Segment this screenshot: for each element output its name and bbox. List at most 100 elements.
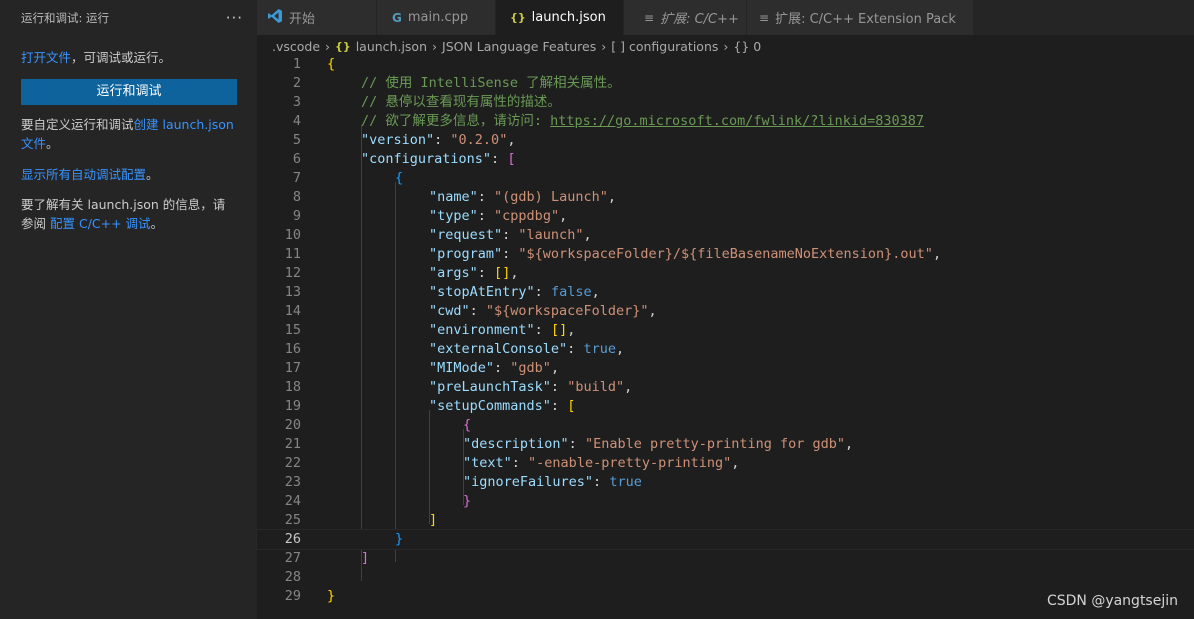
c-file-icon: G	[392, 10, 402, 25]
code-line[interactable]: 18 "preLaunchTask": "build",	[257, 378, 1194, 397]
code-text: "configurations": [	[361, 151, 516, 167]
code-text: // 悬停以查看现有属性的描述。	[361, 94, 561, 110]
code-line[interactable]: 25]	[257, 511, 1194, 530]
vscode-icon	[267, 8, 283, 27]
line-number: 8	[292, 189, 301, 205]
code-line[interactable]: 13 "stopAtEntry": false,	[257, 283, 1194, 302]
code-text: "program": "${workspaceFolder}/${fileBas…	[429, 246, 942, 262]
breadcrumb: .vscode › {} launch.json › JSON Language…	[257, 35, 1194, 57]
code-line[interactable]: 5 "version": "0.2.0",	[257, 131, 1194, 150]
code-text: "args": [],	[429, 265, 519, 281]
code-text: "externalConsole": true,	[429, 341, 625, 357]
code-line[interactable]: 11 "program": "${workspaceFolder}/${fileB…	[257, 245, 1194, 264]
breadcrumb-item[interactable]: JSON Language Features	[442, 39, 596, 54]
code-line[interactable]: 22 "text": "-enable-pretty-printing",	[257, 454, 1194, 473]
breadcrumb-item[interactable]: .vscode	[272, 39, 320, 54]
sidebar-header: 运行和调试: 运行 ···	[0, 0, 257, 35]
code-text: "preLaunchTask": "build",	[429, 379, 633, 395]
watermark: CSDN @yangtsejin	[1046, 593, 1178, 609]
code-line[interactable]: 21 "description": "Enable pretty-printing…	[257, 435, 1194, 454]
config-cpp-debug-link[interactable]: 配置 C/C++ 调试	[50, 216, 151, 231]
code-line[interactable]: 24}	[257, 492, 1194, 511]
tab-launch-json[interactable]: {} launch.json	[496, 0, 624, 35]
code-line[interactable]: 10 "request": "launch",	[257, 226, 1194, 245]
editor-tab-bar: 开始 G main.cpp {} launch.json ≡ 扩展: C/C++…	[257, 0, 1194, 35]
line-number: 1	[292, 56, 301, 72]
json-icon: {}	[510, 11, 526, 24]
code-line[interactable]: 15 "environment": [],	[257, 321, 1194, 340]
code-line[interactable]: 20 {	[257, 416, 1194, 435]
code-line[interactable]: 4 // 欲了解更多信息，请访问: https://go.microsoft.co…	[257, 112, 1194, 131]
code-line[interactable]: 27]	[257, 549, 1194, 568]
more-actions-icon[interactable]: ···	[226, 9, 243, 27]
file-link[interactable]: 文件	[21, 136, 46, 151]
line-number: 17	[284, 360, 301, 376]
tab-label: launch.json	[531, 10, 606, 25]
line-number: 24	[284, 493, 301, 509]
code-line[interactable]: 7{	[257, 169, 1194, 188]
code-text: "name": "(gdb) Launch",	[429, 189, 616, 205]
object-icon: {}	[733, 38, 750, 54]
tab-extension-cpp[interactable]: ≡ 扩展: C/C++	[624, 0, 747, 35]
sidebar-body: 打开文件，可调试或运行。 运行和调试 要自定义运行和调试创建 launch.js…	[0, 48, 257, 233]
code-line[interactable]: 23 "ignoreFailures": true	[257, 473, 1194, 492]
breadcrumb-item[interactable]: 0	[753, 39, 761, 54]
run-and-debug-button[interactable]: 运行和调试	[21, 79, 237, 105]
code-text: "environment": [],	[429, 322, 576, 338]
code-text: "MIMode": "gdb",	[429, 360, 560, 376]
show-all-paragraph: 显示所有自动调试配置。	[21, 165, 237, 184]
link-url: https://go.microsoft.com/fwlink/?linkid=…	[550, 113, 925, 129]
code-text: }	[395, 531, 404, 547]
run-debug-sidebar: 运行和调试: 运行 ··· 打开文件，可调试或运行。 运行和调试 要自定义运行和…	[0, 0, 257, 619]
open-file-paragraph: 打开文件，可调试或运行。	[21, 48, 237, 67]
line-number: 15	[284, 322, 301, 338]
code-line[interactable]: 8 "name": "(gdb) Launch",	[257, 188, 1194, 207]
open-file-link[interactable]: 打开文件	[21, 50, 71, 65]
breadcrumb-item[interactable]: configurations	[629, 39, 718, 54]
code-line[interactable]: 16 "externalConsole": true,	[257, 340, 1194, 359]
line-number: 13	[284, 284, 301, 300]
code-line[interactable]: 17 "MIMode": "gdb",	[257, 359, 1194, 378]
line-number: 9	[292, 208, 301, 224]
tab-main-cpp[interactable]: G main.cpp	[377, 0, 496, 35]
extension-icon: ≡	[759, 10, 770, 25]
code-line[interactable]: 14 "cwd": "${workspaceFolder}",	[257, 302, 1194, 321]
line-number: 7	[292, 170, 301, 186]
tab-welcome[interactable]: 开始	[257, 0, 377, 35]
code-line[interactable]: 1{	[257, 55, 1194, 74]
line-number: 16	[284, 341, 301, 357]
code-line[interactable]: 26}	[256, 529, 1194, 550]
tab-extension-pack[interactable]: ≡ 扩展: C/C++ Extension Pack	[747, 0, 974, 35]
code-text: "setupCommands": [	[429, 398, 576, 414]
code-text: ]	[361, 550, 370, 566]
code-text: ]	[429, 512, 438, 528]
code-line[interactable]: 2 // 使用 IntelliSense 了解相关属性。	[257, 74, 1194, 93]
code-line[interactable]: 12 "args": [],	[257, 264, 1194, 283]
code-line[interactable]: 3 // 悬停以查看现有属性的描述。	[257, 93, 1194, 112]
create-launch-json-link[interactable]: 创建 launch.json	[134, 117, 234, 132]
customize-paragraph: 要自定义运行和调试创建 launch.json 文件。	[21, 115, 237, 153]
code-text: {	[327, 56, 336, 72]
code-text: {	[463, 417, 472, 433]
line-number: 10	[284, 227, 301, 243]
code-text: // 使用 IntelliSense 了解相关属性。	[361, 75, 621, 91]
code-text: }	[463, 493, 472, 509]
show-all-configs-link[interactable]: 显示所有自动调试配置	[21, 167, 146, 182]
code-editor[interactable]: 1{2// 使用 IntelliSense 了解相关属性。 3// 悬停以查看现有…	[256, 55, 1194, 619]
line-number: 6	[292, 151, 301, 167]
code-text: "type": "cppdbg",	[429, 208, 568, 224]
line-number: 5	[292, 132, 301, 148]
code-text: "ignoreFailures": true	[463, 474, 642, 490]
tab-label: 开始	[289, 12, 316, 27]
code-line[interactable]: 9 "type": "cppdbg",	[257, 207, 1194, 226]
line-number: 22	[284, 455, 301, 471]
info-paragraph: 要了解有关 launch.json 的信息，请参阅 配置 C/C++ 调试。	[21, 195, 237, 233]
code-line[interactable]: 19 "setupCommands": [	[257, 397, 1194, 416]
code-line[interactable]: 28	[257, 568, 1194, 587]
period-text: 。	[46, 136, 59, 151]
line-number: 26	[284, 531, 301, 547]
info-suffix: 。	[150, 216, 164, 231]
breadcrumb-item[interactable]: launch.json	[356, 39, 427, 54]
code-line[interactable]: 6 "configurations": [	[257, 150, 1194, 169]
line-number: 18	[284, 379, 301, 395]
